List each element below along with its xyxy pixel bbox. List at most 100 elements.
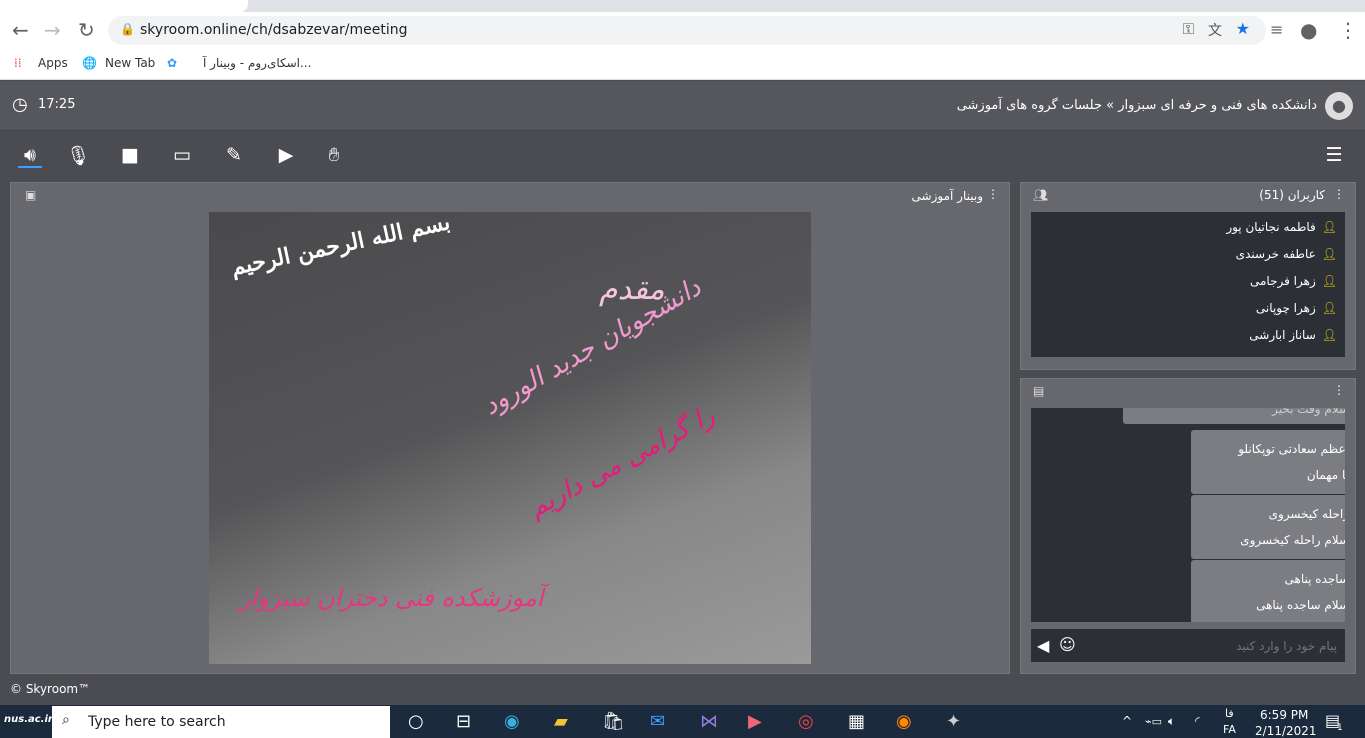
chat-messages: سلام وقت بخیر اعظم سعادتی توپکانلو با مهم… — [1031, 408, 1345, 622]
lang-fa[interactable]: فا — [1225, 707, 1234, 720]
store-icon[interactable]: 🛍︎ — [602, 711, 625, 732]
url-bar[interactable]: 🔒 skyroom.online/ch/dsabzevar/meeting ⚿ … — [108, 16, 1266, 45]
battery-icon[interactable]: ⌁▭ — [1145, 715, 1162, 728]
active-tab[interactable] — [0, 0, 248, 12]
firefox-icon[interactable]: ◉ — [896, 711, 912, 732]
user-icon: 👤︎ — [1321, 247, 1337, 261]
user-icon: 👤︎ — [1321, 328, 1337, 342]
message-text: سلام ساجده پناهی — [1256, 598, 1345, 612]
lang-code[interactable]: FA — [1223, 723, 1236, 736]
message-text: سلام وقت بخیر — [1272, 408, 1345, 416]
user-item[interactable]: 👤︎ ساناز ابارشی — [1031, 322, 1345, 349]
more-icon[interactable]: ⋮ — [987, 187, 999, 201]
user-item[interactable]: 👤︎ عاطفه خرسندی — [1031, 241, 1345, 268]
camera-icon[interactable]: ■ — [118, 144, 142, 166]
users-more-icon[interactable]: ⋮ — [1333, 187, 1345, 201]
user-item[interactable]: 👤︎ فاطمه نجاتیان پور — [1031, 214, 1345, 241]
vs-icon[interactable]: ⋈ — [700, 711, 718, 732]
message-text: سلام راحله کیخسروی — [1240, 533, 1345, 547]
tray-chevron-icon[interactable]: ^ — [1122, 714, 1132, 728]
calculator-icon[interactable]: ▦ — [848, 711, 865, 732]
slide-image: بسم الله الرحمن الرحیم مقدم دانشجویان جد… — [209, 212, 811, 664]
slide-basmala: بسم الله الرحمن الرحیم — [228, 212, 453, 281]
mic-off-icon[interactable]: 🎙︎ — [66, 144, 90, 167]
user-name: زهرا چوپانی — [1255, 301, 1316, 315]
chat-message: اعظم سعادتی توپکانلو با مهمان — [1191, 430, 1345, 494]
search-icon: ⌕ — [62, 712, 70, 728]
users-title: کاربران (51) — [1259, 188, 1325, 202]
volume-icon[interactable]: 🔈︎ — [1168, 714, 1175, 729]
emoji-icon[interactable]: ☺ — [1059, 635, 1076, 654]
avatar-icon[interactable]: ● — [1325, 92, 1353, 120]
skyroom-icon: ✿ — [167, 56, 178, 70]
chat-more-icon[interactable]: ⋮ — [1333, 383, 1345, 397]
profile-icon[interactable]: ● — [1300, 18, 1317, 42]
presentation-panel: ▣ وبینار آموزشی ⋮ بسم الله الرحمن الرحیم… — [10, 182, 1010, 674]
panel-title: وبینار آموزشی — [911, 189, 983, 203]
users-list: 👤︎ فاطمه نجاتیان پور 👤︎ عاطفه خرسندی 👤︎ زهر… — [1031, 212, 1345, 357]
user-icon: 👤︎ — [1321, 274, 1337, 288]
user-name: فاطمه نجاتیان پور — [1226, 220, 1316, 234]
bookmarks-bar: ⁞⁞ Apps 🌐 New Tab ✿ اسکای‌روم - وبینار آ… — [0, 49, 1365, 80]
footer-copyright: © Skyroom™ — [10, 682, 91, 696]
user-name: زهرا فرجامی — [1250, 274, 1316, 288]
taskbar: nus.ac.ir ⌕ Type here to search ○ ⊟ ◉ ▰ … — [0, 705, 1365, 738]
menu-icon[interactable]: ☰ — [1322, 144, 1346, 166]
page-title: دانشکده های فنی و حرفه ای سبزوار » جلسات… — [956, 98, 1317, 113]
chrome-icon[interactable]: ◎ — [798, 711, 814, 732]
slide-line2: دانشجویان جدید الورود — [477, 272, 707, 422]
notification-count: 1 — [1337, 723, 1343, 733]
mail-icon[interactable]: ✉ — [650, 711, 665, 732]
media-player-icon[interactable]: ▶ — [748, 711, 762, 732]
bookmark-new-tab[interactable]: New Tab — [105, 56, 155, 70]
star-icon[interactable]: ★ — [1236, 19, 1250, 38]
slide-line3: را گرامی می داریم — [523, 400, 720, 524]
clock-time: 17:25 — [38, 97, 76, 112]
hand-icon[interactable]: ✋︎ — [322, 144, 346, 166]
clock-time[interactable]: 6:59 PM — [1260, 708, 1308, 722]
user-icon: 👤︎ — [1321, 301, 1337, 315]
user-item[interactable]: 👤︎ زهرا فرجامی — [1031, 268, 1345, 295]
media-icon[interactable]: ≡ — [1270, 20, 1283, 39]
translate-icon[interactable]: 文 — [1208, 20, 1222, 40]
bookmark-skyroom[interactable]: اسکای‌روم - وبینار آ... — [203, 56, 311, 70]
apps-icon: ⁞⁞ — [14, 56, 22, 70]
globe-icon: 🌐 — [82, 56, 97, 70]
send-icon[interactable]: ◀ — [1037, 636, 1049, 655]
taskbar-search[interactable]: ⌕ Type here to search — [52, 706, 390, 738]
clock-icon: ◷ — [12, 94, 28, 115]
user-name: عاطفه خرسندی — [1235, 247, 1316, 261]
toolbar: 🔊︎ 🎙︎ ■ ▭ ✎ ▶ ✋︎ ☰ — [0, 132, 1365, 180]
chat-message: ساجده پناهی سلام ساجده پناهی — [1191, 560, 1345, 622]
search-placeholder: Type here to search — [88, 714, 226, 730]
chat-input[interactable] — [1083, 633, 1337, 658]
lock-icon: 🔒 — [120, 22, 135, 36]
clock-date[interactable]: 2/11/2021 — [1255, 724, 1317, 738]
play-icon[interactable]: ▶ — [274, 144, 298, 166]
back-icon[interactable]: ← — [12, 18, 29, 42]
whiteboard-icon[interactable]: ✎ — [222, 144, 246, 166]
chat-message: راحله کیخسروی سلام راحله کیخسروی — [1191, 495, 1345, 559]
task-view-icon[interactable]: ○ — [408, 711, 424, 732]
kebab-icon[interactable]: ⋮ — [1338, 18, 1358, 42]
paint-icon[interactable]: ✦ — [946, 711, 961, 732]
key-icon[interactable]: ⚿ — [1183, 20, 1194, 38]
screen-share-icon[interactable]: ▭ — [170, 144, 194, 166]
user-name: ساناز ابارشی — [1249, 328, 1316, 342]
forward-icon[interactable]: → — [44, 18, 61, 42]
chat-icon: ▤ — [1033, 384, 1045, 398]
explorer-icon[interactable]: ▰ — [554, 711, 568, 732]
bookmark-apps[interactable]: Apps — [38, 56, 68, 70]
reload-icon[interactable]: ↻ — [78, 18, 95, 42]
user-item[interactable]: 👤︎ زهرا چوپانی — [1031, 295, 1345, 322]
widgets-icon[interactable]: ⊟ — [456, 711, 471, 732]
presentation-icon[interactable]: ▣ — [25, 188, 36, 202]
wifi-icon[interactable]: ◜ — [1195, 714, 1200, 728]
edge-icon[interactable]: ◉ — [504, 711, 520, 732]
message-text: با مهمان — [1306, 468, 1345, 482]
chat-panel: ▤ ⋮ سلام وقت بخیر اعظم سعادتی توپکانلو با… — [1020, 378, 1356, 674]
message-sender: ساجده پناهی — [1284, 572, 1345, 586]
url-text: skyroom.online/ch/dsabzevar/meeting — [140, 22, 408, 38]
chat-input-bar: ◀ ☺ — [1031, 629, 1345, 662]
speaker-icon[interactable]: 🔊︎ — [18, 144, 42, 168]
